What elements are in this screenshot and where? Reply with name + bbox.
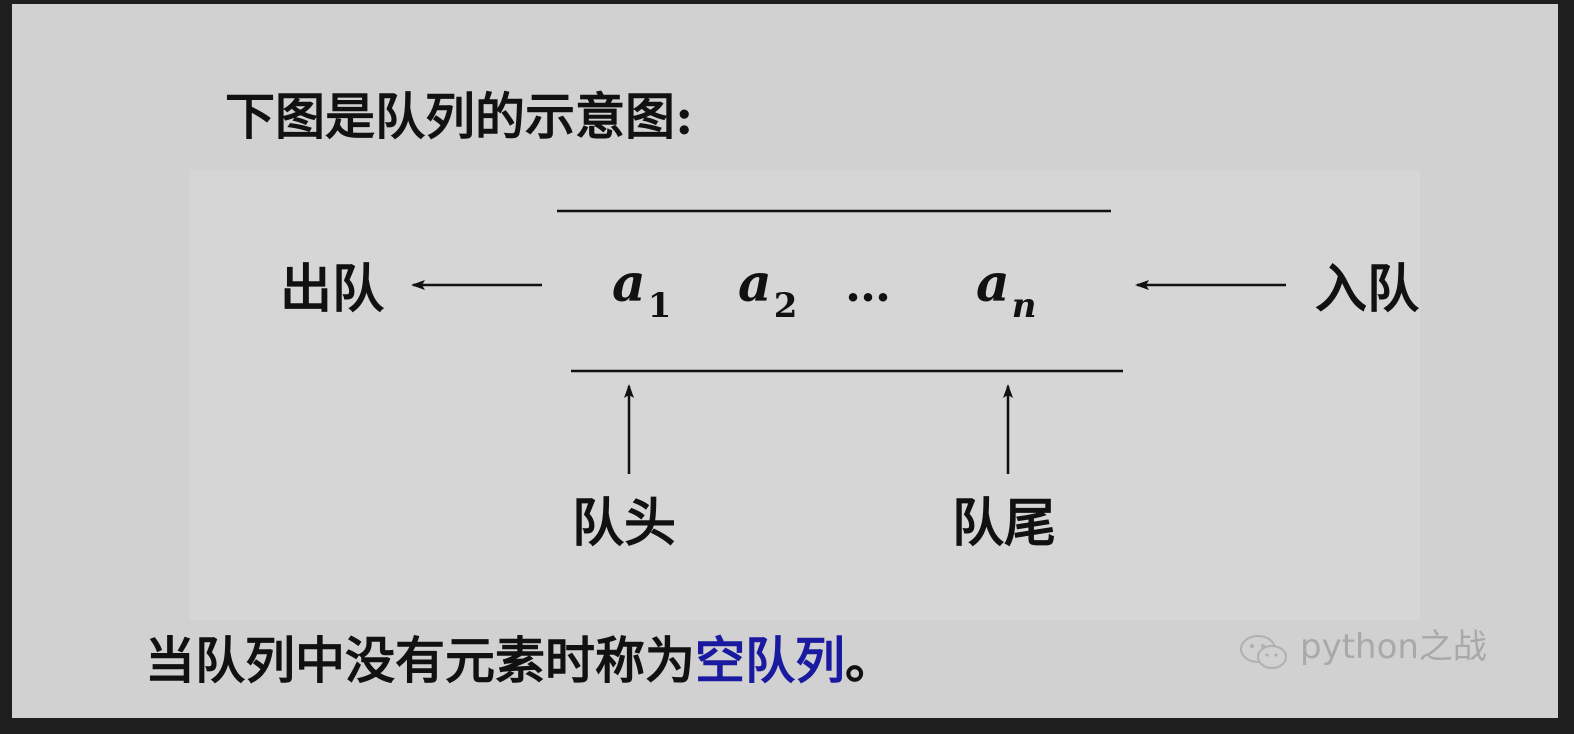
watermark-text: python之战: [1300, 627, 1487, 667]
wechat-logo-icon: [1240, 635, 1287, 669]
queue-diagram-lines: [411, 209, 1286, 474]
queue-ellipsis: …: [845, 258, 891, 312]
queue-tail-label: 队尾: [952, 493, 1057, 554]
footer-end: 。: [845, 631, 895, 690]
dequeue-label: 出队: [280, 259, 385, 320]
empty-queue-note: 当队列中没有元素时称为空队列。: [145, 636, 895, 686]
queue-head-label: 队头: [572, 493, 677, 554]
footer-text: 当队列中没有元素时称为: [145, 631, 695, 690]
empty-queue-term: 空队列: [695, 631, 845, 690]
queue-element-1: a1: [612, 253, 672, 326]
enqueue-label: 入队: [1315, 259, 1420, 320]
queue-element-n: an: [976, 253, 1037, 326]
queue-element-2: a2: [738, 253, 798, 326]
